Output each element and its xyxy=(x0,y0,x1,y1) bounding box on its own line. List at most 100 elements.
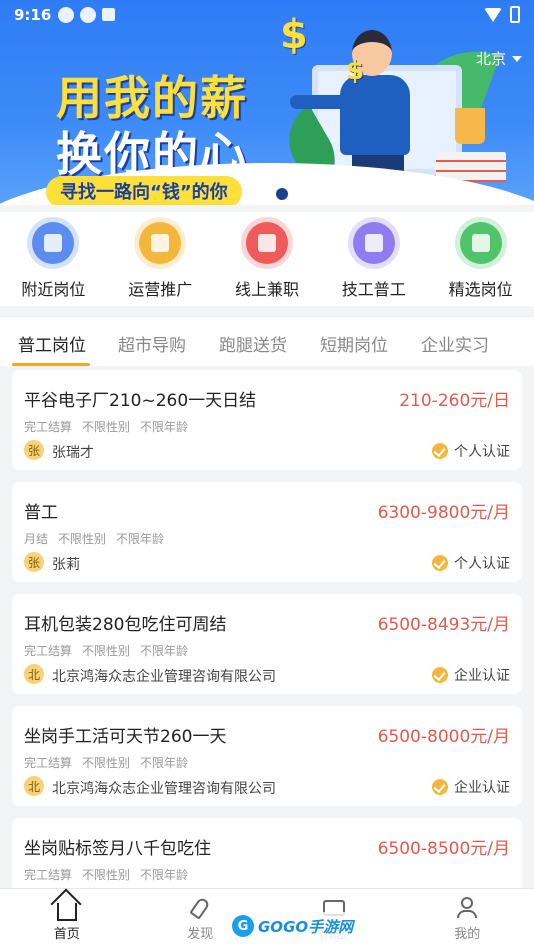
category-grid: 附近岗位 运营推广 线上兼职 技工普工 精选岗位 xyxy=(0,212,534,306)
job-title: 坐岗贴标签月八千包吃住 xyxy=(24,839,211,859)
job-owner: 张瑞才 xyxy=(52,445,94,461)
category-label: 技工普工 xyxy=(341,280,406,299)
job-owner: 北京鸿海众志企业管理咨询有限公司 xyxy=(52,669,276,685)
dollar-sign-icon: $ xyxy=(346,56,365,86)
card-icon xyxy=(347,217,400,269)
job-tag: 完工结算 xyxy=(24,756,73,770)
verified-icon xyxy=(432,667,448,683)
app-notification-icon xyxy=(58,7,74,23)
status-notification-icons xyxy=(58,7,115,23)
job-salary: 6500-8000元/月 xyxy=(377,727,510,747)
certification-label: 企业认证 xyxy=(454,668,510,684)
watermark-text: GOGO手游网 xyxy=(258,917,354,936)
dollar-sign-icon: $ xyxy=(280,12,308,58)
job-card[interactable]: 平谷电子厂210~260一天日结 210-260元/日 完工结算 不限性别 不限… xyxy=(12,370,522,470)
job-tag: 不限年龄 xyxy=(140,420,189,434)
job-title: 坐岗手工活可天节260一天 xyxy=(24,727,227,747)
status-time: 9:16 xyxy=(14,6,52,24)
nav-home[interactable]: 首页 xyxy=(0,889,134,950)
job-owner: 北京鸿海众志企业管理咨询有限公司 xyxy=(52,781,276,797)
job-tags: 月结 不限性别 不限年龄 xyxy=(24,530,164,547)
category-skilled-general[interactable]: 技工普工 xyxy=(320,212,427,306)
rocket-icon xyxy=(189,896,211,920)
tab-delivery[interactable]: 跑腿送货 xyxy=(219,331,287,356)
home-icon xyxy=(56,903,77,921)
coins-icon xyxy=(134,217,187,269)
nav-label: 首页 xyxy=(53,927,80,942)
category-label: 精选岗位 xyxy=(448,280,513,299)
person-illustration-body xyxy=(340,75,410,155)
nav-profile[interactable]: 我的 xyxy=(401,889,534,950)
category-nearby-jobs[interactable]: 附近岗位 xyxy=(0,212,107,306)
avatar: 北 xyxy=(24,664,44,684)
banner-subtitle: 寻找一路向“钱”的你 xyxy=(46,176,242,205)
city-label: 北京 xyxy=(475,50,506,68)
job-salary: 6500-8500元/月 xyxy=(377,839,510,859)
job-card[interactable]: 坐岗手工活可天节260一天 6500-8000元/月 完工结算 不限性别 不限年… xyxy=(12,706,522,806)
job-salary: 210-260元/日 xyxy=(399,391,510,411)
job-card[interactable]: 普工 6300-9800元/月 月结 不限性别 不限年龄 张 张莉 个人认证 xyxy=(12,482,522,582)
category-label: 运营推广 xyxy=(128,280,193,299)
city-selector[interactable]: 北京 xyxy=(476,48,522,69)
job-tag: 完工结算 xyxy=(24,644,73,658)
wifi-icon xyxy=(484,7,502,22)
job-tag: 不限年龄 xyxy=(116,532,165,546)
app-notification-icon xyxy=(102,8,115,21)
job-salary: 6300-9800元/月 xyxy=(377,503,510,523)
user-icon xyxy=(461,897,474,909)
promo-banner[interactable]: 9:16 $ $ 北京 用我的薪 换你的心 寻找一路向“钱”的你 xyxy=(0,0,534,205)
job-tag: 完工结算 xyxy=(24,868,73,882)
tab-general-labor[interactable]: 普工岗位 xyxy=(18,331,86,356)
tab-internship[interactable]: 企业实习 xyxy=(421,331,489,356)
verified-icon xyxy=(432,555,448,571)
avatar: 北 xyxy=(24,776,44,796)
job-tag: 不限性别 xyxy=(82,420,131,434)
category-operations[interactable]: 运营推广 xyxy=(107,212,214,306)
avatar: 张 xyxy=(24,440,44,460)
coffee-cup-illustration xyxy=(455,108,485,144)
nav-label: 我的 xyxy=(454,927,481,942)
certification-label: 个人认证 xyxy=(454,556,510,572)
watermark-logo: G GOGO手游网 xyxy=(226,912,360,940)
job-owner: 张莉 xyxy=(52,557,80,573)
job-card[interactable]: 耳机包装280包吃住可周结 6500-8493元/月 完工结算 不限性别 不限年… xyxy=(12,594,522,694)
certification-badge: 个人认证 xyxy=(432,553,510,573)
trophy-icon xyxy=(454,217,507,269)
job-tag: 不限年龄 xyxy=(140,644,189,658)
category-label: 线上兼职 xyxy=(234,280,299,299)
category-label: 附近岗位 xyxy=(21,280,86,299)
job-tag: 不限性别 xyxy=(82,644,131,658)
carousel-indicator[interactable] xyxy=(276,188,288,200)
job-title: 普工 xyxy=(24,503,58,523)
certification-badge: 企业认证 xyxy=(432,665,510,685)
app-notification-icon xyxy=(80,7,96,23)
verified-icon xyxy=(432,779,448,795)
tab-supermarket-guide[interactable]: 超市导购 xyxy=(118,331,186,356)
job-title: 平谷电子厂210~260一天日结 xyxy=(24,391,257,411)
certification-badge: 企业认证 xyxy=(432,777,510,797)
status-bar: 9:16 xyxy=(0,0,534,30)
job-tag: 完工结算 xyxy=(24,420,73,434)
job-tags: 完工结算 不限性别 不限年龄 xyxy=(24,754,188,771)
certification-label: 个人认证 xyxy=(454,444,510,460)
job-tag: 不限性别 xyxy=(82,756,131,770)
job-tag: 月结 xyxy=(24,532,49,546)
avatar: 张 xyxy=(24,552,44,572)
category-online-parttime[interactable]: 线上兼职 xyxy=(214,212,321,306)
job-title: 耳机包装280包吃住可周结 xyxy=(24,615,227,635)
category-featured[interactable]: 精选岗位 xyxy=(427,212,534,306)
job-tags: 完工结算 不限性别 不限年龄 xyxy=(24,642,188,659)
certification-label: 企业认证 xyxy=(454,780,510,796)
layers-icon xyxy=(240,217,293,269)
nav-label: 发现 xyxy=(187,927,214,942)
job-salary: 6500-8493元/月 xyxy=(377,615,510,635)
verified-icon xyxy=(432,443,448,459)
job-type-tabs: 普工岗位 超市导购 跑腿送货 短期岗位 企业实习 xyxy=(0,316,534,366)
certification-badge: 个人认证 xyxy=(432,441,510,461)
tab-short-term[interactable]: 短期岗位 xyxy=(320,331,388,356)
job-tags: 完工结算 不限性别 不限年龄 xyxy=(24,418,188,435)
job-tags: 完工结算 不限性别 不限年龄 xyxy=(24,866,188,883)
job-tag: 不限性别 xyxy=(82,868,131,882)
building-icon xyxy=(27,217,80,269)
watermark-logo-icon: G xyxy=(232,915,254,937)
